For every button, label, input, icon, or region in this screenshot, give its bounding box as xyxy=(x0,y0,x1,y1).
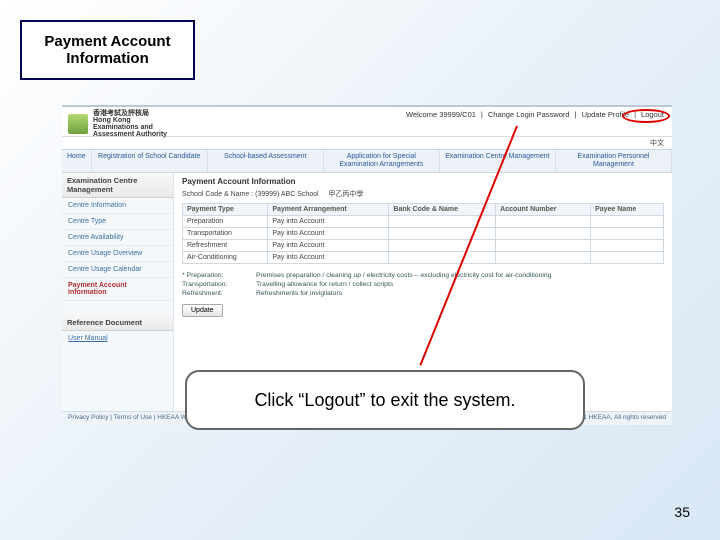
sidebar-item-usage-overview[interactable]: Centre Usage Overview xyxy=(62,246,173,262)
cell xyxy=(496,216,591,228)
cell xyxy=(591,240,664,252)
org-name-en1: Hong Kong xyxy=(93,117,167,124)
table-row: Transportation Pay into Account xyxy=(183,228,664,240)
scn-name: ABC School xyxy=(281,191,319,198)
sidebar-item-centre-type[interactable]: Centre Type xyxy=(62,214,173,230)
welcome-text: Welcome 39999/C01 xyxy=(404,110,478,119)
tab-sba[interactable]: School-based Assessment xyxy=(208,150,324,172)
col-payee-name: Payee Name xyxy=(591,204,664,216)
tab-exam-personnel-mgmt[interactable]: Examination Personnel Management xyxy=(556,150,672,172)
note-row: * Preparation: Premises preparation / cl… xyxy=(182,272,664,281)
cell xyxy=(591,228,664,240)
scn-label: School Code & Name : xyxy=(182,191,253,198)
school-code-name: School Code & Name : (39999) ABC School … xyxy=(182,189,664,199)
lang-toggle[interactable]: 中文 xyxy=(650,140,664,147)
slide-title: Payment Account Information xyxy=(22,33,193,67)
lang-bar: 中文 xyxy=(62,137,672,149)
hkeaa-logo-icon xyxy=(68,114,88,134)
main-tabs: Home Registration of School Candidate Sc… xyxy=(62,149,672,173)
cell xyxy=(591,216,664,228)
col-account-number: Account Number xyxy=(496,204,591,216)
note-row: Transportation: Travelling allowance for… xyxy=(182,281,664,290)
cell xyxy=(389,216,496,228)
cell xyxy=(389,252,496,264)
table-row: Refreshment Pay into Account xyxy=(183,240,664,252)
sidebar-heading-reference: Reference Document xyxy=(62,315,173,331)
change-password-link[interactable]: Change Login Password xyxy=(486,110,572,119)
cell xyxy=(496,240,591,252)
page-number: 35 xyxy=(674,504,690,520)
cell: Air-Conditioning xyxy=(183,252,268,264)
logo: 香港考試及評核局 Hong Kong Examinations and Asse… xyxy=(68,110,167,138)
col-payment-type: Payment Type xyxy=(183,204,268,216)
sidebar: Examination Centre Management Centre Inf… xyxy=(62,173,174,411)
note-text: Travelling allowance for return / collec… xyxy=(256,281,393,290)
table-row: Air-Conditioning Pay into Account xyxy=(183,252,664,264)
logout-link[interactable]: Logout xyxy=(639,110,666,119)
note-label: Refreshment: xyxy=(182,290,252,299)
org-name-zh: 香港考試及評核局 xyxy=(93,110,167,117)
cell xyxy=(496,252,591,264)
notes-block: * Preparation: Premises preparation / cl… xyxy=(182,272,664,298)
tab-home[interactable]: Home xyxy=(62,150,92,172)
footer-link[interactable]: Privacy Policy xyxy=(68,414,108,421)
tab-application[interactable]: Application for Special Examination Arra… xyxy=(324,150,440,172)
slide-title-box: Payment Account Information xyxy=(20,20,195,80)
note-text: Refreshments for invigilators xyxy=(256,290,342,299)
scn-code: (39999) xyxy=(255,191,279,198)
sidebar-item-centre-info[interactable]: Centre Information xyxy=(62,198,173,214)
note-label: Transportation: xyxy=(182,281,252,290)
update-button[interactable]: Update xyxy=(182,304,223,317)
sidebar-item-usage-calendar[interactable]: Centre Usage Calendar xyxy=(62,262,173,278)
update-profile-link[interactable]: Update Profile xyxy=(580,110,632,119)
cell: Pay into Account xyxy=(268,252,389,264)
org-name-en2: Examinations and xyxy=(93,124,167,131)
cell: Refreshment xyxy=(183,240,268,252)
sidebar-item-centre-availability[interactable]: Centre Availability xyxy=(62,230,173,246)
payment-table: Payment Type Payment Arrangement Bank Co… xyxy=(182,203,664,264)
note-row: Refreshment: Refreshments for invigilato… xyxy=(182,290,664,299)
callout-text: Click “Logout” to exit the system. xyxy=(254,390,515,411)
cell xyxy=(389,228,496,240)
tab-registration[interactable]: Registration of School Candidate xyxy=(92,150,208,172)
tab-exam-centre-mgmt[interactable]: Examination Centre Management xyxy=(440,150,556,172)
cell xyxy=(591,252,664,264)
page-title: Payment Account Information xyxy=(182,177,664,186)
cell: Pay into Account xyxy=(268,228,389,240)
note-label: * Preparation: xyxy=(182,272,252,281)
cell: Transportation xyxy=(183,228,268,240)
col-bank: Bank Code & Name xyxy=(389,204,496,216)
footer-link[interactable]: Terms of Use xyxy=(114,414,152,421)
sidebar-link-user-manual[interactable]: User Manual xyxy=(62,331,173,346)
scn-name-zh: 甲乙丙中學 xyxy=(328,191,363,198)
cell xyxy=(389,240,496,252)
table-header-row: Payment Type Payment Arrangement Bank Co… xyxy=(183,204,664,216)
sidebar-heading-ecm: Examination Centre Management xyxy=(62,173,173,198)
callout-box: Click “Logout” to exit the system. xyxy=(185,370,585,430)
cell: Pay into Account xyxy=(268,216,389,228)
cell xyxy=(496,228,591,240)
org-name-en3: Assessment Authority xyxy=(93,131,167,138)
sidebar-item-payment-account[interactable]: Payment Account Information xyxy=(62,278,173,301)
logo-text: 香港考試及評核局 Hong Kong Examinations and Asse… xyxy=(93,110,167,138)
note-text: Premises preparation / cleaning up / ele… xyxy=(256,272,551,281)
cell: Pay into Account xyxy=(268,240,389,252)
col-payment-arrangement: Payment Arrangement xyxy=(268,204,389,216)
app-header: 香港考試及評核局 Hong Kong Examinations and Asse… xyxy=(62,107,672,137)
header-links: Welcome 39999/C01 | Change Login Passwor… xyxy=(404,110,666,119)
table-row: Preparation Pay into Account xyxy=(183,216,664,228)
cell: Preparation xyxy=(183,216,268,228)
